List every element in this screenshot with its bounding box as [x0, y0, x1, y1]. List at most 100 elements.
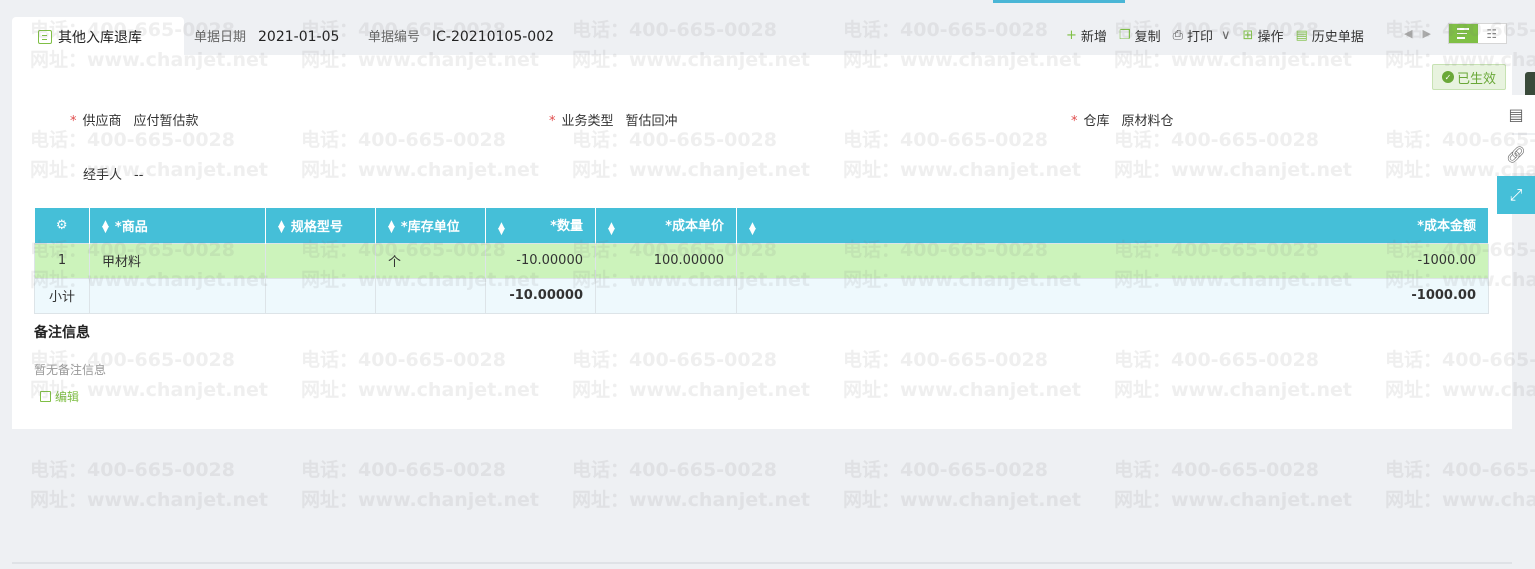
table-row[interactable]: 1 甲材料 个 -10.00000 100.00000 -1000.00 [34, 242, 1489, 279]
chevron-down-icon[interactable]: ∨ [1221, 28, 1231, 43]
watermark-phone: 电话：400-665-0028 [843, 459, 1048, 481]
watermark-text: 电话：400-665-0028 网址：www.chanjet.net [572, 455, 810, 515]
handler-field[interactable]: 经手人 -- [83, 164, 143, 183]
grid-icon: ⊞ [1242, 28, 1254, 43]
link-icon[interactable]: 🔗︎ [1497, 135, 1535, 173]
sort-icon[interactable]: ▲ ▼ [608, 222, 615, 237]
remarks-title: 备注信息 [34, 325, 90, 341]
watermark-text: 电话：400-665-0028 网址：www.chanjet.net [1114, 455, 1352, 515]
next-record-icon[interactable]: ▶ [1422, 27, 1430, 40]
col-price[interactable]: ▲ ▼ *成本单价 [595, 208, 737, 243]
warehouse-value: 原材料仓 [1121, 114, 1174, 129]
biztype-label: 业务类型 [561, 114, 614, 129]
list-view-icon[interactable] [1449, 24, 1478, 43]
edit-remarks-button[interactable]: 编辑 [40, 388, 79, 405]
side-doc-icon[interactable]: ▤ [1497, 95, 1535, 133]
sort-icon[interactable]: ▲ ▼ [498, 222, 505, 237]
handler-value: -- [134, 168, 144, 183]
prev-record-icon[interactable]: ◀ [1404, 27, 1412, 40]
cell-unit[interactable]: 个 [375, 242, 486, 279]
footer-divider [12, 562, 1512, 564]
handler-label: 经手人 [83, 168, 123, 183]
cell-amount[interactable]: -1000.00 [736, 242, 1489, 279]
subtotal-label: 小计 [34, 277, 90, 314]
detail-table: ⚙ ▲ ▼ *商品 ▲ ▼ 规格型号 ▲ ▼ *库存单位 ▲ ▼ *数量 ▲ ▼ *成本单价 ▲ ▼ *… [34, 208, 1489, 314]
required-mark: * [1071, 114, 1078, 129]
watermark-site: 网址：www.chanjet.net [301, 489, 539, 511]
watermark-site: 网址：www.chanjet.net [1385, 489, 1535, 511]
copy-icon: ❐ [1118, 28, 1131, 43]
doc-date: 单据日期 2021-01-05 [194, 26, 339, 45]
remarks-empty-text: 暂无备注信息 [34, 363, 107, 377]
doc-date-value: 2021-01-05 [258, 29, 340, 45]
view-toggle: ☷ [1448, 23, 1507, 44]
new-button[interactable]: + 新增 [1066, 26, 1107, 45]
edit-icon [40, 391, 51, 402]
supplier-field[interactable]: * 供应商 应付暂估款 [70, 110, 199, 129]
cell-product[interactable]: 甲材料 [89, 242, 266, 279]
card-view-icon[interactable]: ☷ [1477, 24, 1506, 43]
document-icon [38, 30, 52, 44]
status-label: 已生效 [1456, 71, 1496, 87]
subtotal-empty [595, 277, 737, 314]
new-label: 新增 [1080, 30, 1107, 45]
subtotal-amount: -1000.00 [736, 277, 1489, 314]
watermark-site: 网址：www.chanjet.net [572, 489, 810, 511]
operations-button[interactable]: ⊞ 操作 [1243, 26, 1284, 45]
edit-label: 编辑 [55, 390, 80, 404]
watermark-phone: 电话：400-665-0028 [30, 459, 235, 481]
sort-icon[interactable]: ▲ ▼ [102, 220, 109, 235]
history-button[interactable]: ▤ 历史单据 [1295, 26, 1363, 45]
supplier-value: 应付暂估款 [133, 114, 199, 129]
warehouse-label: 仓库 [1083, 114, 1110, 129]
col-product[interactable]: ▲ ▼ *商品 [89, 208, 266, 243]
doc-code-value: IC-20210105-002 [432, 29, 555, 45]
col-amount[interactable]: ▲ ▼ *成本金额 [736, 208, 1489, 243]
warehouse-field[interactable]: * 仓库 原材料仓 [1071, 110, 1174, 129]
watermark-phone: 电话：400-665-0028 [301, 459, 506, 481]
watermark-site: 网址：www.chanjet.net [30, 489, 268, 511]
print-label: 打印 [1187, 30, 1214, 45]
watermark-phone: 电话：400-665-0028 [1385, 459, 1535, 481]
print-button[interactable]: ⎙ 打印 ∨ [1173, 26, 1231, 45]
watermark-phone: 电话：400-665-0028 [572, 459, 777, 481]
sort-icon[interactable]: ▲ ▼ [278, 220, 285, 235]
watermark-phone: 电话：400-665-0028 [1114, 459, 1319, 481]
col-qty[interactable]: ▲ ▼ *数量 [485, 208, 596, 243]
watermark-site: 网址：www.chanjet.net [843, 489, 1081, 511]
biztype-field[interactable]: * 业务类型 暂估回冲 [549, 110, 678, 129]
document-header: 其他入库退库 单据日期 2021-01-05 单据编号 IC-20210105-00… [0, 0, 1535, 57]
watermark-text: 电话：400-665-0028 网址：www.chanjet.net [1385, 455, 1535, 515]
copy-button[interactable]: ❐ 复制 [1119, 26, 1161, 45]
toolbar: + 新增 ❐ 复制 ⎙ 打印 ∨ ⊞ 操作 ▤ 历史单据 [1066, 26, 1376, 45]
tab-title: 其他入库退库 [58, 30, 142, 46]
copy-label: 复制 [1134, 30, 1161, 45]
tab-document[interactable]: 其他入库退库 [12, 17, 184, 57]
col-spec[interactable]: ▲ ▼ 规格型号 [265, 208, 376, 243]
subtotal-empty [375, 277, 486, 314]
required-mark: * [549, 114, 556, 129]
printer-icon: ⎙ [1172, 28, 1183, 43]
cell-qty[interactable]: -10.00000 [485, 242, 596, 279]
watermark-text: 电话：400-665-0028 网址：www.chanjet.net [30, 455, 268, 515]
history-doc-icon: ▤ [1295, 28, 1308, 43]
sort-icon[interactable]: ▲ ▼ [749, 222, 756, 237]
history-label: 历史单据 [1311, 30, 1364, 45]
sort-icon[interactable]: ▲ ▼ [388, 220, 395, 235]
check-icon: ✓ [1441, 71, 1454, 83]
subtotal-empty [89, 277, 266, 314]
record-nav: ◀ ▶ [1404, 27, 1431, 40]
ops-label: 操作 [1257, 30, 1284, 45]
subtotal-qty: -10.00000 [485, 277, 596, 314]
cell-spec[interactable] [265, 242, 376, 279]
doc-date-label: 单据日期 [194, 30, 247, 45]
doc-code: 单据编号 IC-20210105-002 [368, 26, 554, 45]
expand-icon[interactable]: ⤢ [1497, 176, 1535, 214]
subtotal-empty [265, 277, 376, 314]
col-unit[interactable]: ▲ ▼ *库存单位 [375, 208, 486, 243]
cell-price[interactable]: 100.00000 [595, 242, 737, 279]
biztype-value: 暂估回冲 [625, 114, 678, 129]
table-header-row: ⚙ ▲ ▼ *商品 ▲ ▼ 规格型号 ▲ ▼ *库存单位 ▲ ▼ *数量 ▲ ▼ *成本单价 ▲ ▼ *… [34, 208, 1489, 243]
column-settings-icon[interactable]: ⚙ [34, 208, 90, 243]
watermark-text: 电话：400-665-0028 网址：www.chanjet.net [843, 455, 1081, 515]
